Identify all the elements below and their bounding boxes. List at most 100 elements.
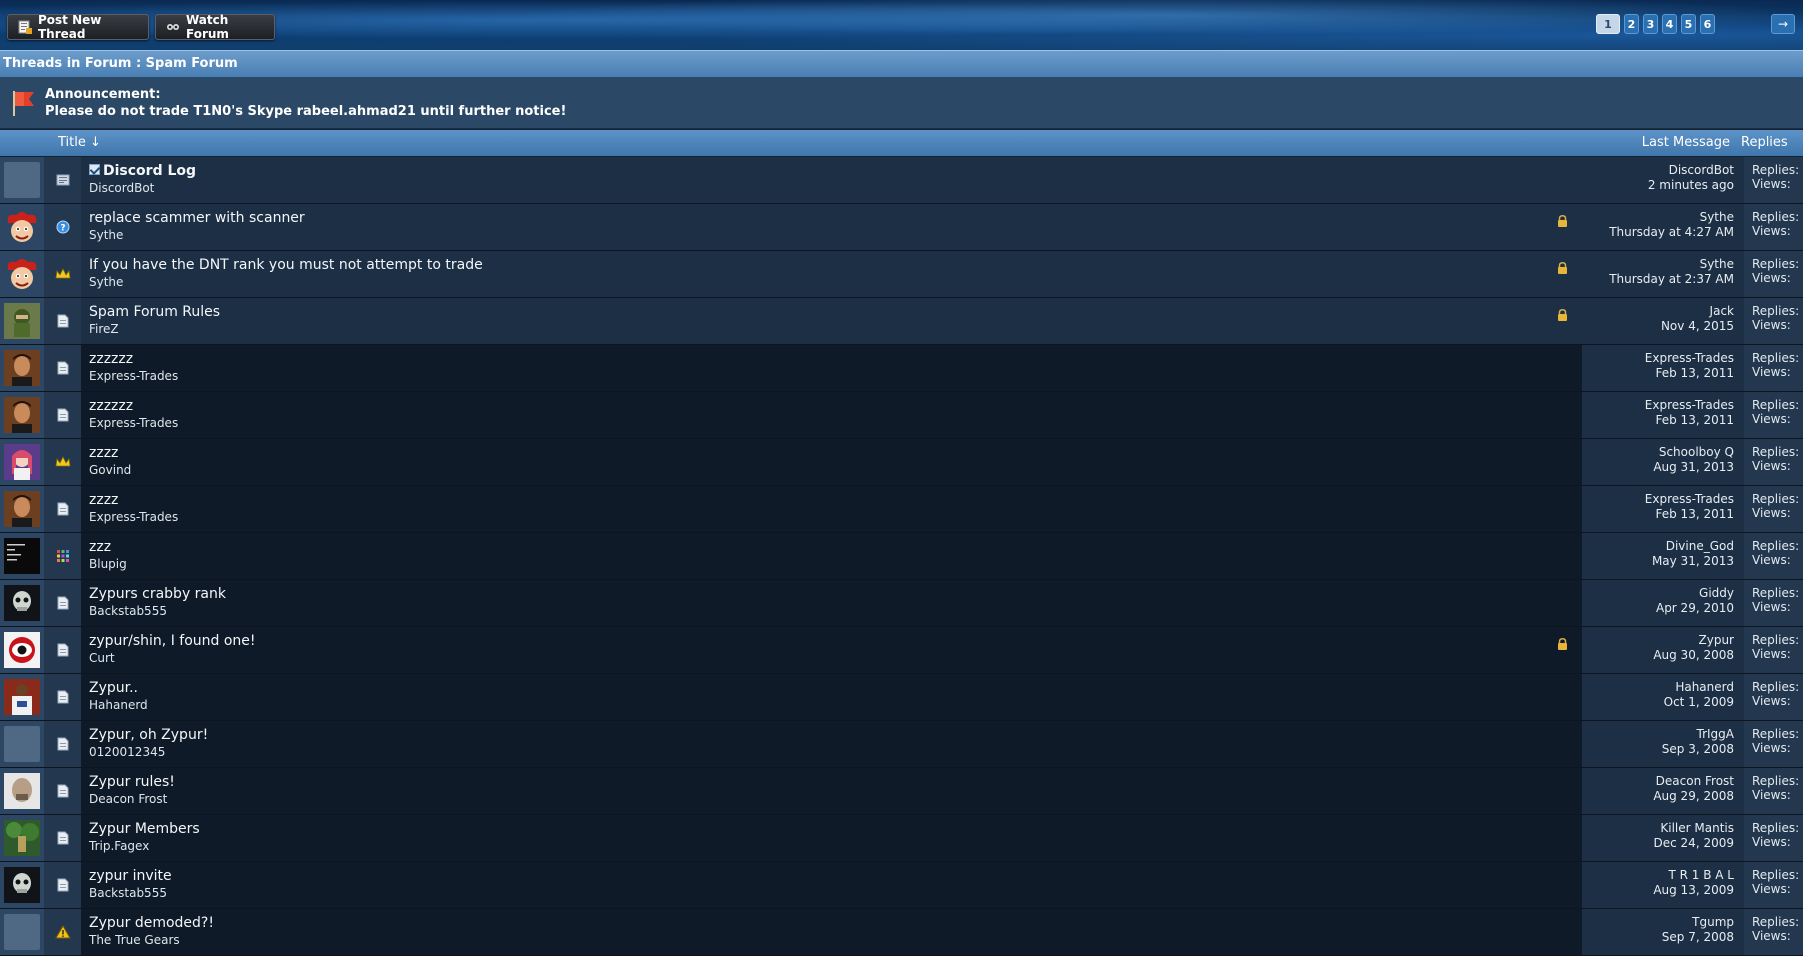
- avatar[interactable]: [0, 909, 44, 955]
- thread-author-link[interactable]: Express-Trades: [89, 416, 1574, 430]
- thread-row[interactable]: zzzz Govind Schoolboy Q Aug 31, 2013 Replies…: [0, 439, 1803, 486]
- last-message-time[interactable]: Feb 13, 2011: [1592, 507, 1735, 522]
- page-1-button[interactable]: 1: [1596, 14, 1620, 34]
- last-message-user[interactable]: T R 1 B A L: [1592, 868, 1734, 883]
- last-message-user[interactable]: Hahanerd: [1592, 680, 1734, 695]
- thread-row[interactable]: Zypur, oh Zypur! 0120012345 TrIggA Sep 3, 2…: [0, 721, 1803, 768]
- avatar[interactable]: [0, 580, 44, 626]
- last-message-time[interactable]: Oct 1, 2009: [1592, 695, 1734, 710]
- last-message-column-header[interactable]: Last Message: [1642, 135, 1730, 150]
- last-message-time[interactable]: Feb 13, 2011: [1592, 413, 1735, 428]
- post-new-thread-button[interactable]: Post New Thread: [7, 13, 149, 41]
- thread-row[interactable]: zzzzzz Express-Trades Express-Trades Feb 13…: [0, 392, 1803, 439]
- thread-title-link[interactable]: zzzz: [89, 445, 1574, 462]
- last-message-time[interactable]: Thursday at 4:27 AM: [1592, 225, 1734, 240]
- thread-author-link[interactable]: Deacon Frost: [89, 792, 1574, 806]
- thread-author-link[interactable]: Backstab555: [89, 886, 1574, 900]
- last-message-user[interactable]: Tgump: [1592, 915, 1734, 930]
- thread-row[interactable]: ? replace scammer with scanner Sythe Sythe T…: [0, 204, 1803, 251]
- avatar[interactable]: [0, 439, 44, 485]
- thread-title-link[interactable]: zzzzzz: [89, 351, 1574, 368]
- avatar[interactable]: [0, 721, 44, 767]
- thread-title-link[interactable]: zypur/shin, I found one!: [89, 633, 1574, 650]
- thread-row[interactable]: zzzz Express-Trades Express-Trades Feb 13, …: [0, 486, 1803, 533]
- avatar[interactable]: [0, 157, 44, 203]
- avatar[interactable]: [0, 768, 44, 814]
- thread-author-link[interactable]: FireZ: [89, 322, 1574, 336]
- last-message-time[interactable]: Nov 4, 2015: [1592, 319, 1734, 334]
- thread-title-link[interactable]: zzzzzz: [89, 398, 1574, 415]
- last-message-time[interactable]: Sep 3, 2008: [1592, 742, 1734, 757]
- thread-row[interactable]: zzz Blupig Divine_God May 31, 2013 Replies: V…: [0, 533, 1803, 580]
- last-message-user[interactable]: Express-Trades: [1592, 398, 1734, 413]
- thread-author-link[interactable]: Express-Trades: [89, 510, 1574, 524]
- thread-title-link[interactable]: Zypur demoded?!: [89, 915, 1574, 932]
- last-message-time[interactable]: Aug 31, 2013: [1592, 460, 1734, 475]
- last-message-user[interactable]: Jack: [1592, 304, 1734, 319]
- page-5-button[interactable]: 5: [1681, 14, 1696, 34]
- thread-author-link[interactable]: Curt: [89, 651, 1574, 665]
- thread-author-link[interactable]: Blupig: [89, 557, 1574, 571]
- thread-row[interactable]: zypur/shin, I found one! Curt Zypur Aug 30,…: [0, 627, 1803, 674]
- last-message-time[interactable]: Aug 13, 2009: [1592, 883, 1734, 898]
- thread-title-link[interactable]: replace scammer with scanner: [89, 210, 1574, 227]
- last-message-user[interactable]: Sythe: [1592, 210, 1734, 225]
- thread-title-link[interactable]: Spam Forum Rules: [89, 304, 1574, 321]
- avatar[interactable]: [0, 862, 44, 908]
- last-message-time[interactable]: Aug 29, 2008: [1592, 789, 1734, 804]
- last-message-user[interactable]: Divine_God: [1592, 539, 1734, 554]
- avatar[interactable]: [0, 392, 44, 438]
- last-message-time[interactable]: Apr 29, 2010: [1592, 601, 1734, 616]
- thread-author-link[interactable]: DiscordBot: [89, 181, 1574, 195]
- last-message-user[interactable]: Giddy: [1592, 586, 1734, 601]
- avatar[interactable]: [0, 298, 44, 344]
- thread-author-link[interactable]: Sythe: [89, 228, 1574, 242]
- avatar[interactable]: [0, 815, 44, 861]
- thread-row[interactable]: Zypur.. Hahanerd Hahanerd Oct 1, 2009 Replie…: [0, 674, 1803, 721]
- last-message-time[interactable]: Thursday at 2:37 AM: [1592, 272, 1734, 287]
- title-column-header[interactable]: Title ↓: [58, 135, 101, 150]
- avatar[interactable]: [0, 486, 44, 532]
- last-message-user[interactable]: Killer Mantis: [1592, 821, 1734, 836]
- last-message-time[interactable]: Feb 13, 2011: [1592, 366, 1735, 381]
- thread-author-link[interactable]: The True Gears: [89, 933, 1574, 947]
- last-message-user[interactable]: Zypur: [1592, 633, 1734, 648]
- thread-title-link[interactable]: Discord Log: [89, 163, 1574, 180]
- page-6-button[interactable]: 6: [1700, 14, 1715, 34]
- watch-forum-button[interactable]: Watch Forum: [155, 13, 275, 41]
- thread-title-link[interactable]: zzzz: [89, 492, 1574, 509]
- last-message-time[interactable]: Aug 30, 2008: [1592, 648, 1734, 663]
- thread-author-link[interactable]: Trip.Fagex: [89, 839, 1574, 853]
- thread-author-link[interactable]: Sythe: [89, 275, 1574, 289]
- thread-row[interactable]: zzzzzz Express-Trades Express-Trades Feb 13…: [0, 345, 1803, 392]
- announcement-bar[interactable]: Announcement: Please do not trade T1N0's…: [0, 77, 1803, 129]
- thread-author-link[interactable]: Hahanerd: [89, 698, 1574, 712]
- last-message-user[interactable]: Sythe: [1592, 257, 1734, 272]
- last-message-time[interactable]: Dec 24, 2009: [1592, 836, 1734, 851]
- last-message-user[interactable]: Express-Trades: [1592, 351, 1734, 366]
- avatar[interactable]: [0, 533, 44, 579]
- thread-row[interactable]: Zypur rules! Deacon Frost Deacon Frost Aug …: [0, 768, 1803, 815]
- thread-title-link[interactable]: Zypurs crabby rank: [89, 586, 1574, 603]
- page-4-button[interactable]: 4: [1662, 14, 1677, 34]
- thread-row[interactable]: Zypurs crabby rank Backstab555 Giddy Apr 29…: [0, 580, 1803, 627]
- thread-author-link[interactable]: Express-Trades: [89, 369, 1574, 383]
- last-message-time[interactable]: 2 minutes ago: [1592, 178, 1734, 193]
- avatar[interactable]: [0, 345, 44, 391]
- thread-title-link[interactable]: Zypur Members: [89, 821, 1574, 838]
- thread-title-link[interactable]: zypur invite: [89, 868, 1574, 885]
- avatar[interactable]: [0, 251, 44, 297]
- thread-row[interactable]: Zypur Members Trip.Fagex Killer Mantis Dec …: [0, 815, 1803, 862]
- avatar[interactable]: [0, 674, 44, 720]
- page-2-button[interactable]: 2: [1624, 14, 1639, 34]
- thread-row[interactable]: Discord Log DiscordBot DiscordBot 2 minutes…: [0, 157, 1803, 204]
- last-message-time[interactable]: May 31, 2013: [1592, 554, 1734, 569]
- last-message-user[interactable]: Express-Trades: [1592, 492, 1734, 507]
- avatar[interactable]: [0, 627, 44, 673]
- last-message-user[interactable]: Schoolboy Q: [1592, 445, 1734, 460]
- thread-title-link[interactable]: Zypur..: [89, 680, 1574, 697]
- avatar[interactable]: [0, 204, 44, 250]
- replies-column-header[interactable]: Replies: [1741, 135, 1803, 150]
- thread-title-link[interactable]: Zypur, oh Zypur!: [89, 727, 1574, 744]
- page-3-button[interactable]: 3: [1643, 14, 1658, 34]
